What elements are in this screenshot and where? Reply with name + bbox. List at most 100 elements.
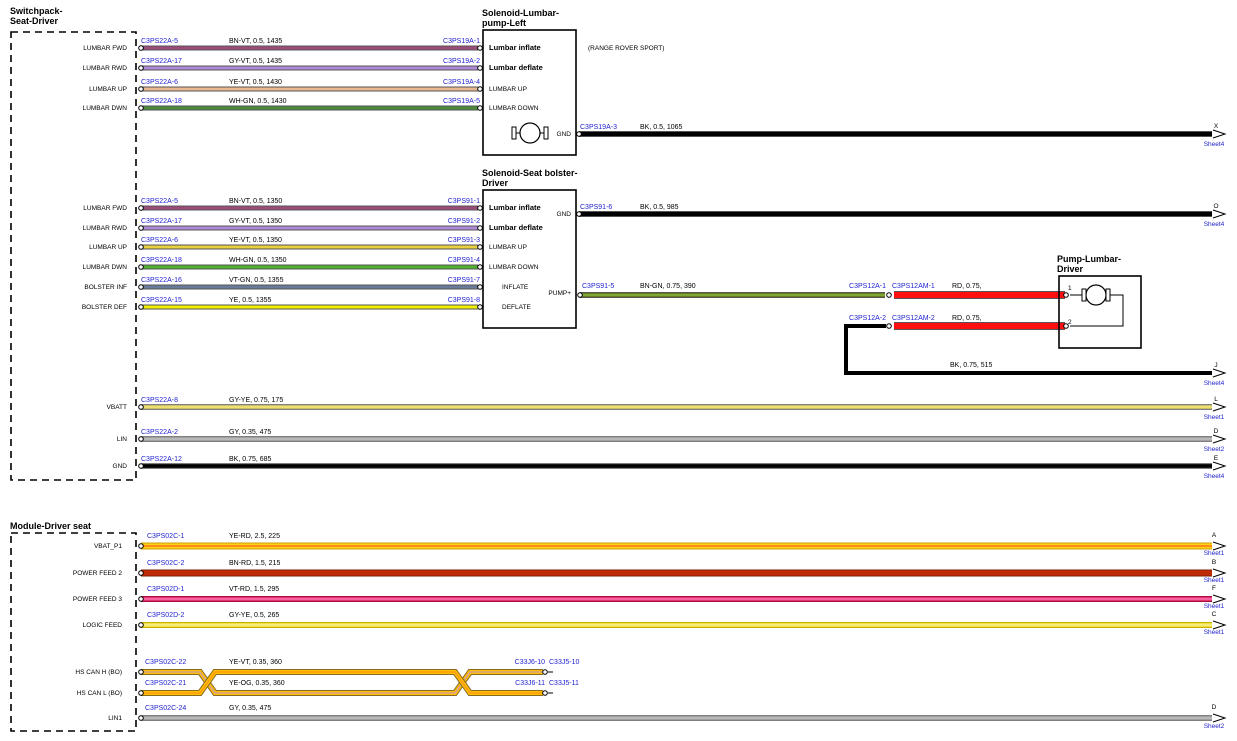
pump-gnd-wire	[844, 324, 1212, 375]
off-sheet-letter: B	[1212, 559, 1216, 566]
pin-terminal	[477, 205, 483, 211]
off-sheet-arrow	[1212, 541, 1227, 551]
off-sheet-arrow	[1212, 129, 1227, 139]
connector-label: C3PS22A-2	[141, 429, 178, 436]
switchpack-pin-label: LUMBAR RWD	[83, 65, 128, 72]
pump-title: Pump-Lumbar-	[1057, 254, 1121, 264]
pin-terminal	[138, 65, 144, 71]
wire-spec-label: YE, 0.5, 1355	[229, 297, 272, 304]
off-sheet-arrow	[1212, 713, 1227, 723]
solenoid-pin-label: LUMBAR UP	[489, 86, 527, 93]
pin-terminal	[138, 596, 144, 602]
pump-pin-label: 2	[1068, 319, 1072, 326]
pin-terminal	[886, 292, 892, 298]
connector-label: C3PS12AM-1	[892, 283, 935, 290]
wire-spec-label: BN-RD, 1.5, 215	[229, 560, 280, 567]
wire-spec-label: YE-RD, 2.5, 225	[229, 533, 280, 540]
motor-brush	[1081, 288, 1087, 302]
switchpack-title: Switchpack-	[10, 6, 63, 16]
pin-terminal	[138, 436, 144, 442]
off-sheet-arrow	[1212, 568, 1227, 578]
pin-terminal	[138, 86, 144, 92]
solenoid-pin-label: LUMBAR DOWN	[489, 264, 539, 271]
connector-label: C3PS02D-1	[147, 586, 184, 593]
connector-label: C33J6-11	[515, 680, 545, 687]
wire-spec-label: BK, 0.5, 985	[640, 204, 679, 211]
connector-label: C3PS22A-15	[141, 297, 182, 304]
wire-spec-label: BK, 0.5, 1065	[640, 124, 683, 131]
pump-plus-label: PUMP+	[548, 290, 571, 297]
pin-terminal	[138, 205, 144, 211]
solenoid-pin-label: Lumbar deflate	[489, 63, 543, 72]
pin-terminal	[138, 690, 144, 696]
off-sheet-letter: L	[1214, 396, 1218, 403]
wire-spec-label: WH-GN, 0.5, 1350	[229, 257, 287, 264]
pin-terminal	[577, 292, 583, 298]
switchpack-pin-label: LUMBAR RWD	[83, 225, 128, 232]
motor-brush	[1105, 288, 1111, 302]
connector-label: C33J5-11	[549, 680, 579, 687]
off-sheet-arrow	[1212, 368, 1227, 378]
pin-terminal	[138, 543, 144, 549]
module-pin-label: POWER FEED 3	[73, 596, 123, 603]
sheet-reference: Sheet1	[1204, 603, 1225, 610]
pin-terminal	[138, 225, 144, 231]
gnd-label: GND	[557, 211, 572, 218]
off-sheet-letter: D	[1214, 428, 1219, 435]
wire-spec-label: YE-VT, 0.5, 1430	[229, 79, 282, 86]
switchpack-pin-label: LUMBAR FWD	[83, 205, 127, 212]
pin-terminal	[477, 264, 483, 270]
wire-spec-label: GY-VT, 0.5, 1435	[229, 58, 282, 65]
connector-label: C3PS02C-24	[145, 705, 186, 712]
switchpack-pin-label: LIN	[117, 436, 127, 443]
motor-icon	[519, 122, 541, 144]
pin-terminal	[477, 225, 483, 231]
module-pin-label: VBAT_P1	[94, 543, 122, 550]
pin-terminal	[138, 715, 144, 721]
solenoid-lumbar-subtitle: pump-Left	[482, 18, 526, 28]
model-note: (RANGE ROVER SPORT)	[588, 45, 664, 52]
switchpack-pin-label: LUMBAR UP	[89, 244, 127, 251]
sheet-reference: Sheet1	[1204, 629, 1225, 636]
connector-label: C3PS12A-1	[849, 283, 886, 290]
pin-terminal	[138, 463, 144, 469]
solenoid-pin-label: Lumbar inflate	[489, 203, 541, 212]
connector-label: C33J5-10	[549, 659, 579, 666]
wire-spec-label: YE-VT, 0.35, 360	[229, 659, 282, 666]
pin-terminal	[477, 284, 483, 290]
connector-label: C3PS91-4	[448, 257, 480, 264]
pin-terminal	[138, 622, 144, 628]
wire-spec-label: YE-OG, 0.35, 360	[229, 680, 285, 687]
connector-label: C3PS02C-21	[145, 680, 186, 687]
wire-spec-label: BK, 0.75, 515	[950, 362, 993, 369]
pin-terminal	[138, 304, 144, 310]
switchpack-pin-label: BOLSTER DEF	[82, 304, 127, 311]
pin-terminal	[477, 244, 483, 250]
module-pin-label: HS CAN H (BO)	[75, 669, 122, 676]
sheet-reference: Sheet2	[1204, 723, 1225, 730]
pin-terminal	[576, 131, 582, 137]
switchpack-pin-label: LUMBAR DWN	[83, 105, 128, 112]
sheet-reference: Sheet4	[1204, 221, 1225, 228]
connector-label: C33J6-10	[515, 659, 545, 666]
pin-terminal	[886, 323, 892, 329]
switchpack-subtitle: Seat-Driver	[10, 16, 59, 26]
switchpack-pin-label: BOLSTER INF	[84, 284, 127, 291]
switchpack-pin-label: GND	[113, 463, 128, 470]
pin-terminal	[576, 211, 582, 217]
switchpack-pin-label: LUMBAR DWN	[83, 264, 128, 271]
pin-terminal	[138, 570, 144, 576]
sheet-reference: Sheet4	[1204, 380, 1225, 387]
wire-spec-label: BN-VT, 0.5, 1435	[229, 38, 282, 45]
solenoid-pin-label: DEFLATE	[502, 304, 531, 311]
connector-label: C3PS22A-5	[141, 38, 178, 45]
module-pin-label: LIN1	[108, 715, 122, 722]
switchpack-pin-label: LUMBAR UP	[89, 86, 127, 93]
wire-spec-label: BN-GN, 0.75, 390	[640, 283, 696, 290]
sheet-reference: Sheet2	[1204, 446, 1225, 453]
solenoid-pin-label: Lumbar deflate	[489, 223, 543, 232]
pin-terminal	[477, 304, 483, 310]
module-pin-label: HS CAN L (BO)	[77, 690, 122, 697]
off-sheet-arrow	[1212, 620, 1227, 630]
pin-terminal	[542, 690, 548, 696]
